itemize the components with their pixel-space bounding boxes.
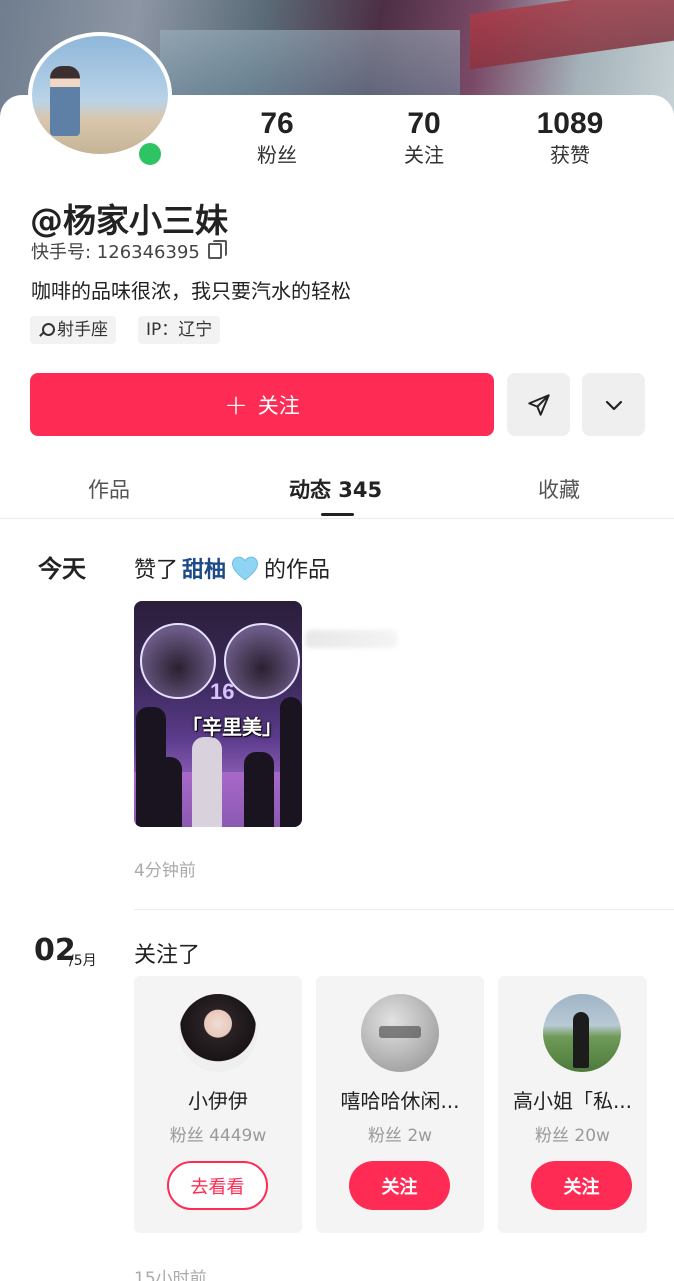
kuaishou-id[interactable]: 快手号: 126346395 (31, 238, 227, 264)
thumbnail-figure (244, 752, 274, 827)
follow-button[interactable]: + 关注 (30, 373, 494, 436)
followed-user-card[interactable]: 高小姐「私... 粉丝 20w 关注 (498, 976, 647, 1233)
thumbnail-caption: 「辛里美」 (182, 715, 282, 739)
feed-like-activity: 赞了 甜柚 的作品 (134, 552, 330, 584)
followed-user-card[interactable]: 嘻哈哈休闲... 粉丝 2w 关注 (316, 976, 484, 1233)
blue-heart-icon (232, 556, 259, 581)
bio: 咖啡的品味很浓，我只要汽水的轻松 (31, 279, 351, 303)
followed-user-card[interactable]: 小伊伊 粉丝 4449w 去看看 (134, 976, 302, 1233)
liked-user-link[interactable]: 甜柚 (182, 552, 226, 584)
tabs-divider (0, 518, 674, 519)
search-icon (38, 322, 55, 338)
follow-button-label: 关注 (257, 393, 300, 418)
follow-user-button[interactable]: 关注 (349, 1161, 450, 1210)
tab-moments[interactable]: 动态 345 (289, 474, 382, 504)
thumbnail-figure (156, 757, 182, 827)
online-status-dot (135, 139, 165, 169)
feed-date-month: /5月 (69, 953, 97, 969)
stat-following-value: 70 (407, 107, 441, 140)
tag-zodiac-label: 射手座 (57, 320, 108, 340)
tab-favorites[interactable]: 收藏 (538, 474, 580, 504)
stat-likes-value: 1089 (536, 107, 604, 140)
thumbnail-circle-right (224, 623, 300, 699)
follow-user-button[interactable]: 关注 (531, 1161, 632, 1210)
avatar-figure (50, 66, 80, 136)
feed-date-today: 今天 (38, 555, 86, 583)
stat-fans[interactable]: 76 粉丝 (217, 106, 337, 168)
followed-user-fans: 粉丝 20w (535, 1126, 610, 1146)
followed-user-name: 高小姐「私... (512, 1089, 633, 1113)
stat-following[interactable]: 70 关注 (364, 106, 484, 168)
followed-user-name: 嘻哈哈休闲... (340, 1089, 460, 1113)
activity-prefix: 赞了 (134, 558, 179, 583)
thumbnail-figure (192, 737, 222, 827)
send-message-button[interactable] (507, 373, 570, 436)
avatar-logo-mark (379, 1026, 421, 1038)
tag-ip: IP：辽宁 (138, 316, 221, 344)
followed-user-name: 小伊伊 (188, 1089, 248, 1113)
feed-separator (134, 909, 674, 910)
followed-user-avatar (179, 994, 257, 1072)
cover-sky (160, 30, 460, 100)
paper-plane-icon (527, 393, 550, 416)
blurred-text (305, 630, 397, 648)
more-options-button[interactable] (582, 373, 645, 436)
kuaishou-id-text: 快手号: 126346395 (31, 242, 200, 263)
stat-likes[interactable]: 1089 获赞 (510, 106, 630, 168)
tag-ip-label: IP：辽宁 (146, 320, 213, 340)
stat-fans-label: 粉丝 (257, 143, 297, 167)
stat-likes-label: 获赞 (550, 143, 590, 167)
activity-suffix: 的作品 (264, 558, 331, 583)
liked-video-thumbnail[interactable]: 16 「辛里美」 (134, 601, 302, 827)
username: @杨家小三妹 (30, 201, 228, 240)
copy-icon[interactable] (207, 240, 227, 259)
chevron-down-icon (605, 400, 622, 410)
followed-user-avatar (543, 994, 621, 1072)
avatar-figure (573, 1012, 589, 1068)
followed-user-fans: 粉丝 2w (367, 1126, 433, 1146)
go-see-button[interactable]: 去看看 (167, 1161, 268, 1210)
stat-fans-value: 76 (260, 107, 294, 140)
thumbnail-badge: 16 (210, 679, 235, 704)
cover-banner (470, 0, 674, 70)
followed-user-fans: 粉丝 4449w (169, 1126, 267, 1146)
tab-works[interactable]: 作品 (88, 474, 130, 504)
feed-follow-activity: 关注了 (134, 943, 201, 968)
stat-following-label: 关注 (404, 143, 444, 167)
feed-timestamp: 4分钟前 (134, 861, 196, 881)
active-tab-indicator (321, 513, 354, 516)
thumbnail-circle-left (140, 623, 216, 699)
feed-timestamp: 15小时前 (134, 1269, 207, 1281)
tag-zodiac: 射手座 (30, 316, 116, 344)
followed-user-avatar (361, 994, 439, 1072)
plus-icon: + (224, 387, 248, 421)
